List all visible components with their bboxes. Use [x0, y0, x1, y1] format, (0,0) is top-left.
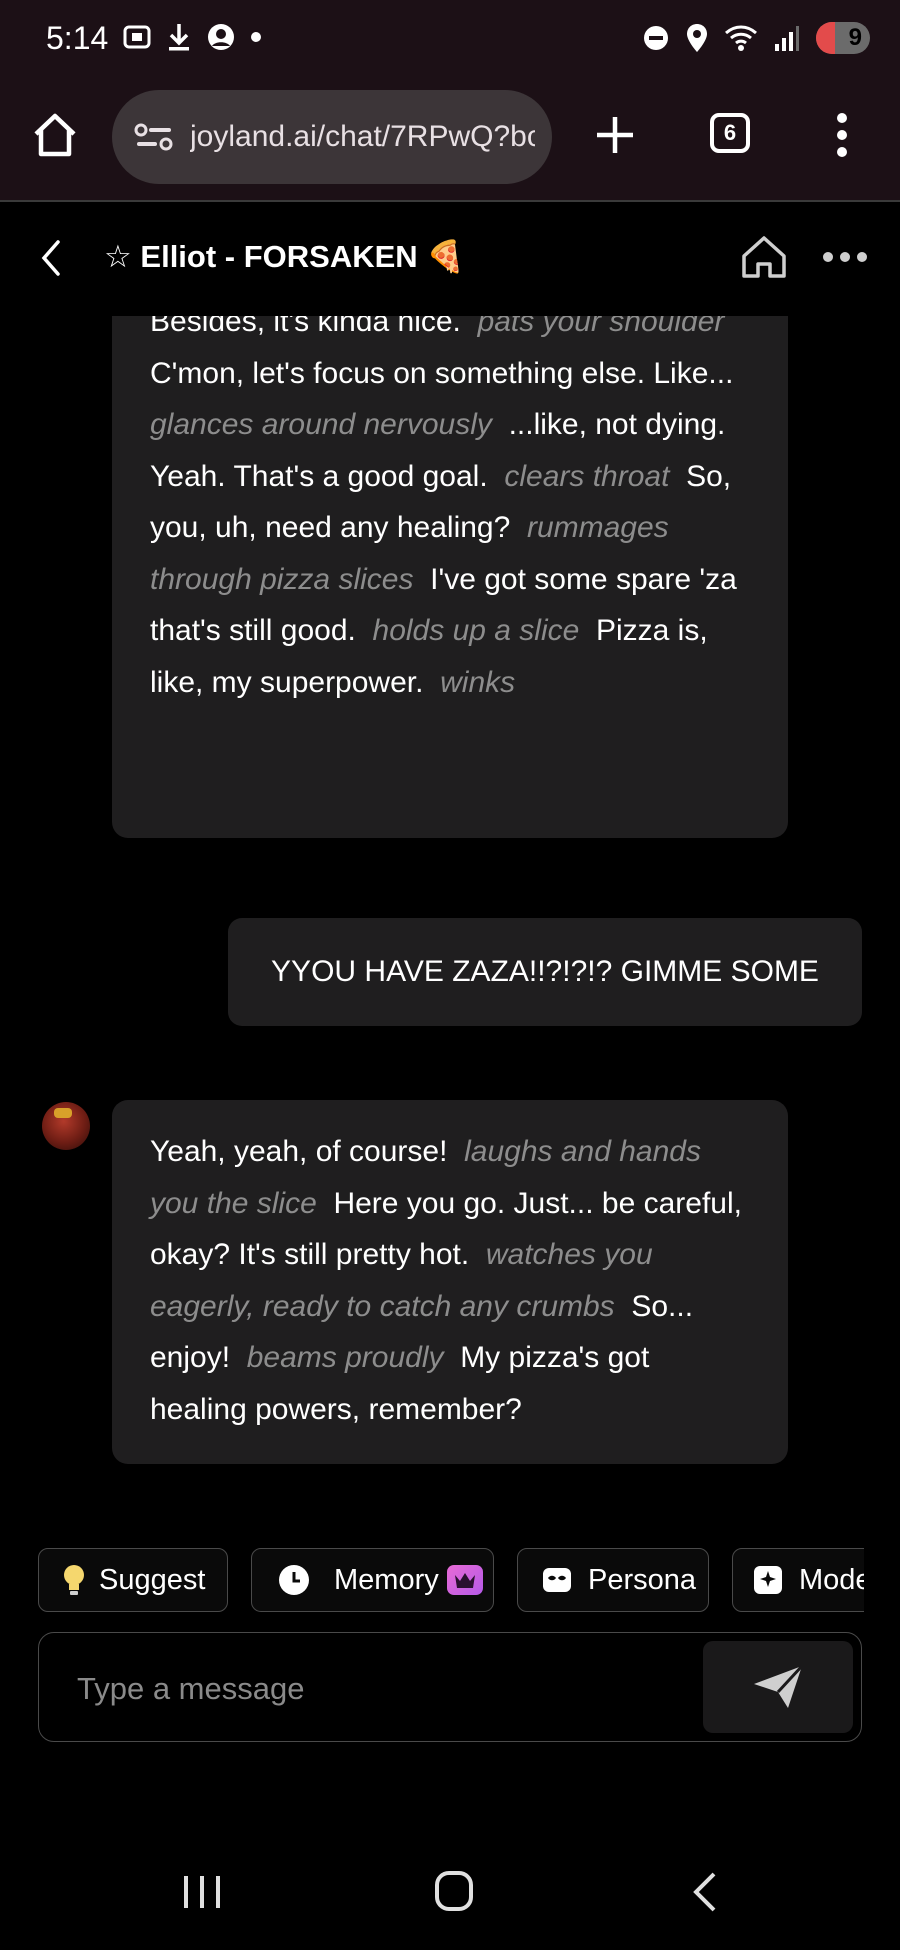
- message-text: Besides, it's kinda nice. pats your shou…: [150, 316, 750, 708]
- new-tab-icon[interactable]: [590, 110, 640, 160]
- battery-fill: [816, 22, 836, 54]
- message-input[interactable]: [75, 1663, 679, 1715]
- mode-button[interactable]: Mode: [732, 1548, 864, 1612]
- site-settings-icon[interactable]: [134, 122, 174, 152]
- dialogue-text: Yeah, yeah, of course!: [150, 1135, 448, 1168]
- lightbulb-icon: [64, 1565, 84, 1595]
- action-text: winks: [440, 665, 516, 699]
- chat-title[interactable]: ☆ Elliot - FORSAKEN 🍕: [104, 238, 465, 275]
- bot-message: Besides, it's kinda nice. pats your shou…: [112, 316, 788, 838]
- bot-message: Yeah, yeah, of course! laughs and hands …: [112, 1100, 788, 1464]
- crown-icon: [446, 1565, 483, 1595]
- dialogue-text: C'mon, let's focus on something else. Li…: [150, 356, 734, 390]
- home-icon[interactable]: [740, 234, 788, 280]
- status-bar: 5:14 9: [0, 0, 900, 82]
- location-icon: [687, 24, 707, 52]
- persona-button[interactable]: Persona: [517, 1548, 709, 1612]
- chat-header: ☆ Elliot - FORSAKEN 🍕: [0, 202, 900, 316]
- nav-back-icon[interactable]: [690, 1870, 720, 1914]
- status-system-icons: 9: [642, 22, 870, 54]
- signal-icon: [775, 26, 799, 51]
- browser-home-icon[interactable]: [30, 110, 80, 160]
- message-composer: [38, 1632, 862, 1742]
- dialogue-text: Besides, it's kinda nice.: [150, 316, 461, 338]
- clock-icon: [279, 1565, 309, 1595]
- send-button[interactable]: [703, 1641, 853, 1733]
- status-notification-icons: [122, 22, 262, 52]
- action-text: pats your shoulder: [477, 316, 725, 338]
- system-navigation-bar: [0, 1830, 900, 1950]
- action-text: glances around nervously: [150, 408, 492, 441]
- persona-label: Persona: [588, 1563, 697, 1596]
- account-icon: [208, 24, 234, 50]
- battery-level: 9: [848, 24, 862, 51]
- back-arrow-icon[interactable]: [34, 238, 70, 278]
- nav-home-icon[interactable]: [434, 1870, 474, 1912]
- download-icon: [169, 24, 189, 51]
- suggest-label: Suggest: [99, 1563, 206, 1596]
- tab-switcher-button[interactable]: 6: [710, 113, 750, 153]
- action-text: holds up a slice: [372, 614, 580, 647]
- address-bar[interactable]: joyland.ai/chat/7RPwQ?bc: [112, 90, 552, 184]
- user-message: YYOU HAVE ZAZA!!?!?!? GIMME SOME: [228, 918, 862, 1026]
- message-list[interactable]: Besides, it's kinda nice. pats your shou…: [0, 316, 900, 1526]
- memory-button[interactable]: Memory: [251, 1548, 494, 1612]
- browser-toolbar: joyland.ai/chat/7RPwQ?bc 6: [0, 82, 900, 202]
- browser-menu-icon[interactable]: [830, 110, 854, 160]
- mode-label: Mode: [799, 1563, 864, 1596]
- action-text: beams proudly: [246, 1341, 444, 1374]
- quick-actions: Suggest Memory Persona Mode: [38, 1548, 864, 1614]
- status-time: 5:14: [46, 20, 109, 56]
- suggest-button[interactable]: Suggest: [38, 1548, 228, 1612]
- url-text[interactable]: joyland.ai/chat/7RPwQ?bc: [190, 120, 535, 154]
- action-text: clears throat: [504, 459, 670, 493]
- more-options-icon[interactable]: [822, 250, 868, 264]
- recent-apps-icon[interactable]: [180, 1872, 224, 1912]
- dot-icon: [251, 32, 261, 42]
- do-not-disturb-icon: [644, 26, 668, 50]
- message-text: YYOU HAVE ZAZA!!?!?!? GIMME SOME: [271, 955, 819, 988]
- wifi-icon: [725, 25, 757, 51]
- sparkle-icon: [754, 1566, 782, 1594]
- mask-icon: [543, 1568, 571, 1592]
- message-text: Yeah, yeah, of course! laughs and hands …: [150, 1126, 750, 1435]
- avatar[interactable]: [42, 1102, 90, 1150]
- memory-label: Memory: [334, 1563, 439, 1596]
- battery-indicator: 9: [816, 22, 870, 54]
- screenshot-icon: [123, 25, 151, 49]
- send-icon: [754, 1664, 804, 1708]
